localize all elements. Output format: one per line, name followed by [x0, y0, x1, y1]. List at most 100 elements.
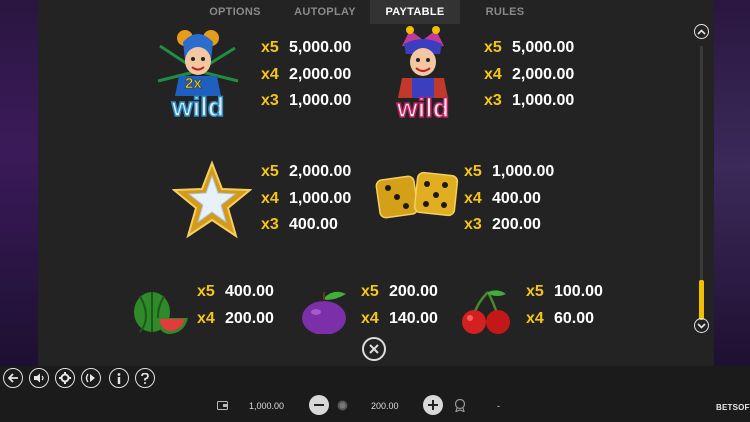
game-background-left [0, 0, 38, 370]
pay-value: 1,000.00 [492, 163, 555, 180]
pay-value: 2,000.00 [289, 65, 352, 83]
minus-icon [314, 404, 324, 406]
pay-row: x4 1,000.00 [261, 186, 351, 213]
tab-options[interactable]: OPTIONS [190, 0, 280, 24]
pay-multiplier: x4 [361, 309, 379, 327]
wild-2x-paytable: x5 5,000.00 x4 2,000.00 x3 1,000.00 [261, 35, 351, 115]
scroll-up-button[interactable] [694, 24, 709, 39]
pay-row: x5 400.00 [197, 279, 274, 306]
plum-paytable: x5 200.00 x4 140.00 [361, 279, 438, 332]
coin-stack-icon [337, 400, 348, 411]
balance-value: 1,000.00 [249, 401, 285, 411]
pay-multiplier: x4 [197, 309, 215, 327]
info-icon [117, 372, 121, 384]
speaker-icon [34, 373, 44, 383]
wild-symbol: wild [395, 26, 450, 122]
watermelon-symbol [134, 292, 188, 334]
scroll-thumb[interactable] [699, 280, 704, 320]
pay-row: x5 5,000.00 [484, 35, 574, 62]
pay-row: x4 2,000.00 [261, 62, 351, 89]
win-value: - [497, 401, 500, 411]
pay-multiplier: x3 [261, 92, 279, 109]
dice-paytable: x5 1,000.00 x4 400.00 x3 200.00 [464, 159, 554, 239]
back-button[interactable] [3, 368, 23, 388]
info-button[interactable] [109, 368, 129, 388]
win-medal-icon [454, 399, 466, 412]
pay-row: x3 1,000.00 [484, 88, 574, 115]
cherry-symbol [462, 290, 510, 334]
pay-multiplier: x4 [261, 189, 279, 207]
pay-row: x5 2,000.00 [261, 159, 351, 186]
pay-value: 400.00 [492, 189, 541, 207]
wild-2x-label: wild [171, 92, 225, 122]
sound-button[interactable] [29, 368, 49, 388]
cherry-paytable: x5 100.00 x4 60.00 [526, 279, 603, 332]
pay-multiplier: x4 [484, 65, 502, 83]
pay-value: 140.00 [389, 309, 438, 327]
increase-bet-button[interactable] [423, 395, 443, 415]
pay-value: 200.00 [225, 309, 274, 327]
pay-multiplier: x5 [261, 163, 279, 180]
dice-symbol [375, 171, 459, 219]
pay-row: x5 200.00 [361, 279, 438, 306]
pay-value: 5,000.00 [512, 39, 575, 56]
pay-value: 2,000.00 [289, 163, 352, 180]
paytable-scrollbar[interactable] [694, 22, 710, 334]
pay-multiplier: x5 [361, 283, 379, 300]
pay-value: 1,000.00 [512, 92, 575, 109]
pay-value: 1,000.00 [289, 92, 352, 109]
pay-row: x5 1,000.00 [464, 159, 554, 186]
betsoft-logo: BETSOFT [716, 403, 750, 412]
tab-paytable[interactable]: PAYTABLE [370, 0, 460, 24]
pay-multiplier: x3 [261, 216, 279, 233]
pay-value: 5,000.00 [289, 39, 352, 56]
chevron-down-icon [697, 322, 706, 329]
pay-multiplier: x4 [526, 309, 544, 327]
menu-tabs: OPTIONS AUTOPLAY PAYTABLE RULES [190, 0, 550, 24]
pay-multiplier: x5 [197, 283, 215, 300]
scroll-down-button[interactable] [694, 318, 709, 333]
wallet-icon [217, 401, 228, 410]
pay-value: 100.00 [554, 283, 603, 300]
tab-rules[interactable]: RULES [460, 0, 550, 24]
bet-value: 200.00 [371, 401, 399, 411]
pay-multiplier: x5 [261, 39, 279, 56]
scroll-track[interactable] [700, 46, 703, 316]
autoplay-button[interactable] [81, 368, 101, 388]
question-icon [141, 372, 149, 384]
pay-multiplier: x4 [261, 65, 279, 83]
help-button[interactable] [135, 368, 155, 388]
pay-multiplier: x5 [464, 163, 482, 180]
pay-multiplier: x3 [464, 216, 482, 233]
pay-row: x3 1,000.00 [261, 88, 351, 115]
pay-value: 400.00 [289, 216, 338, 233]
pay-value: 2,000.00 [512, 65, 575, 83]
watermelon-paytable: x5 400.00 x4 200.00 [197, 279, 274, 332]
star-symbol [172, 160, 252, 239]
wild-2x-symbol: 2x wild [157, 30, 239, 122]
pay-value: 200.00 [492, 216, 541, 233]
chevron-up-icon [697, 28, 706, 35]
gear-icon [59, 372, 71, 384]
pay-row: x4 140.00 [361, 306, 438, 333]
decrease-bet-button[interactable] [309, 395, 329, 415]
back-arrow-icon [7, 373, 18, 383]
pay-value: 1,000.00 [289, 189, 352, 207]
close-button[interactable] [362, 337, 386, 361]
wild-2x-multiplier-text: 2x [185, 75, 202, 92]
wild-paytable: x5 5,000.00 x4 2,000.00 x3 1,000.00 [484, 35, 574, 115]
pay-multiplier: x4 [464, 189, 482, 207]
pay-row: x5 100.00 [526, 279, 603, 306]
pay-value: 200.00 [389, 283, 438, 300]
plus-icon [428, 400, 438, 410]
pay-row: x4 400.00 [464, 186, 554, 213]
pay-value: 400.00 [225, 283, 274, 300]
pay-row: x4 60.00 [526, 306, 603, 333]
pay-row: x4 2,000.00 [484, 62, 574, 89]
pay-multiplier: x3 [484, 92, 502, 109]
pay-row: x3 200.00 [464, 212, 554, 239]
star-paytable: x5 2,000.00 x4 1,000.00 x3 400.00 [261, 159, 351, 239]
tab-autoplay[interactable]: AUTOPLAY [280, 0, 370, 24]
pay-value: 60.00 [554, 309, 595, 327]
settings-button[interactable] [55, 368, 75, 388]
